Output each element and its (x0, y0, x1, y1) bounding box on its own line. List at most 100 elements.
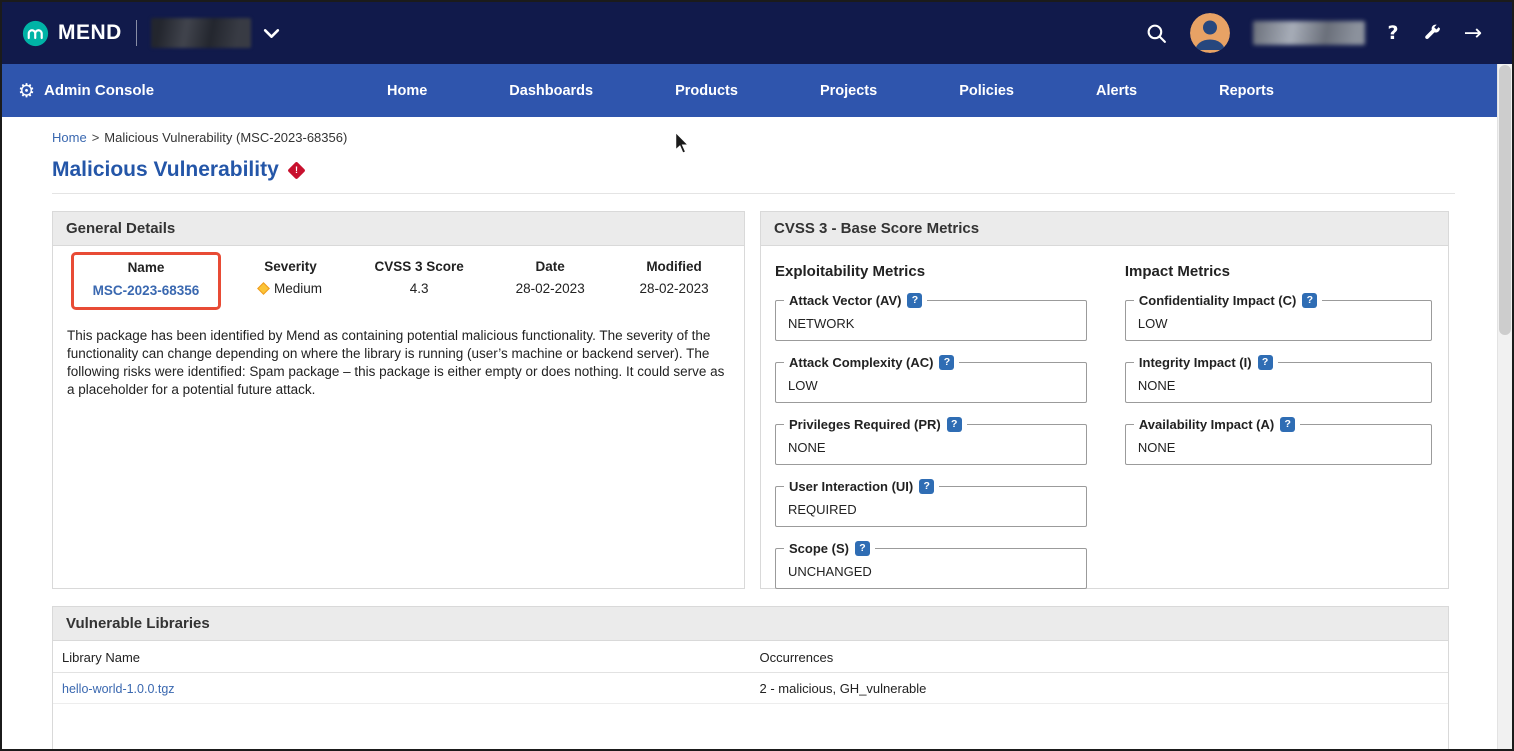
metric-privileges-required: Privileges Required (PR)? NONE (775, 424, 1087, 465)
nav-item-dashboards[interactable]: Dashboards (468, 83, 634, 99)
col-header-date: Date (488, 259, 612, 274)
topbar-actions: ? → (1146, 13, 1482, 53)
col-header-name: Name (80, 260, 212, 275)
metric-label: Availability Impact (A) (1139, 416, 1274, 433)
nav-item-reports[interactable]: Reports (1178, 83, 1315, 99)
cvss-metrics-header: CVSS 3 - Base Score Metrics (761, 212, 1448, 246)
details-table: Name MSC-2023-68356 Severity Medium (53, 246, 744, 310)
metric-label: Integrity Impact (I) (1139, 354, 1252, 371)
breadcrumb: Home > Malicious Vulnerability (MSC-2023-6… (52, 130, 1512, 145)
help-tooltip-icon[interactable]: ? (1280, 417, 1295, 432)
metric-integrity-impact: Integrity Impact (I)? NONE (1125, 362, 1432, 403)
vulnerability-id-link[interactable]: MSC-2023-68356 (93, 283, 200, 298)
occurrences-value: 2 - malicious, GH_vulnerable (751, 673, 1449, 704)
metric-user-interaction: User Interaction (UI)? REQUIRED (775, 486, 1087, 527)
avatar[interactable] (1190, 13, 1230, 53)
metric-label: Attack Complexity (AC) (789, 354, 933, 371)
logout-icon[interactable]: → (1464, 21, 1482, 46)
metric-label: Confidentiality Impact (C) (1139, 292, 1296, 309)
help-tooltip-icon[interactable]: ? (947, 417, 962, 432)
details-col-severity: Severity Medium (231, 259, 350, 310)
app-window: MEND ? → ⚙ Admin Console (0, 0, 1514, 751)
metric-availability-impact: Availability Impact (A)? NONE (1125, 424, 1432, 465)
admin-console-label: Admin Console (44, 82, 154, 99)
date-value: 28-02-2023 (488, 281, 612, 296)
col-header-modified: Modified (612, 259, 736, 274)
col-header-severity: Severity (231, 259, 350, 274)
main-nav: ⚙ Admin Console Home Dashboards Products… (2, 64, 1512, 117)
admin-console-button[interactable]: ⚙ Admin Console (18, 80, 346, 102)
general-details-panel: General Details Name MSC-2023-68356 Seve… (52, 211, 745, 589)
topbar: MEND ? → (2, 2, 1512, 64)
brand-name: MEND (58, 21, 122, 45)
severity-medium-icon (257, 282, 270, 295)
col-header-library-name: Library Name (53, 641, 751, 673)
metric-scope: Scope (S)? UNCHANGED (775, 548, 1087, 589)
malicious-severity-icon: ! (287, 161, 305, 179)
general-details-body: Name MSC-2023-68356 Severity Medium (53, 246, 744, 399)
title-divider (52, 193, 1455, 194)
username-redacted (1253, 21, 1365, 45)
help-tooltip-icon[interactable]: ? (1258, 355, 1273, 370)
vulnerable-libraries-header: Vulnerable Libraries (53, 607, 1448, 641)
gear-icon: ⚙ (18, 80, 35, 102)
col-header-cvss: CVSS 3 Score (350, 259, 488, 274)
org-name-redacted (151, 18, 251, 48)
content: Home > Malicious Vulnerability (MSC-2023-6… (2, 130, 1512, 751)
impact-metrics-title: Impact Metrics (1125, 263, 1432, 280)
page-title-text: Malicious Vulnerability (52, 158, 279, 182)
nav-item-products[interactable]: Products (634, 83, 779, 99)
general-details-header: General Details (53, 212, 744, 246)
chevron-down-icon[interactable] (263, 28, 280, 39)
help-tooltip-icon[interactable]: ? (1302, 293, 1317, 308)
page-title: Malicious Vulnerability ! (52, 158, 1512, 182)
vulnerable-libraries-panel: Vulnerable Libraries Library Name Occurr… (52, 606, 1449, 751)
details-col-date: Date 28-02-2023 (488, 259, 612, 310)
annotation-highlight-box: Name MSC-2023-68356 (71, 252, 221, 310)
org-selector[interactable] (151, 18, 280, 48)
modified-value: 28-02-2023 (612, 281, 736, 296)
panels-row: General Details Name MSC-2023-68356 Seve… (52, 211, 1455, 589)
impact-metrics-column: Impact Metrics Confidentiality Impact (C… (1125, 254, 1432, 610)
breadcrumb-current: Malicious Vulnerability (MSC-2023-68356) (104, 130, 347, 145)
wrench-icon[interactable] (1422, 24, 1441, 43)
details-col-modified: Modified 28-02-2023 (612, 259, 736, 310)
cvss-metrics-body: Exploitability Metrics Attack Vector (AV… (761, 246, 1448, 610)
nav-item-projects[interactable]: Projects (779, 83, 918, 99)
breadcrumb-separator: > (92, 130, 100, 145)
help-tooltip-icon[interactable]: ? (855, 541, 870, 556)
col-header-occurrences: Occurrences (751, 641, 1449, 673)
details-col-name: Name MSC-2023-68356 (67, 259, 231, 310)
brand: MEND (22, 20, 122, 47)
help-tooltip-icon[interactable]: ? (907, 293, 922, 308)
help-icon[interactable]: ? (1388, 22, 1399, 44)
help-tooltip-icon[interactable]: ? (919, 479, 934, 494)
vulnerability-description: This package has been identified by Mend… (67, 327, 728, 399)
scrollbar-thumb[interactable] (1499, 65, 1511, 335)
exploitability-metrics-title: Exploitability Metrics (775, 263, 1087, 280)
vertical-scrollbar[interactable] (1497, 64, 1512, 749)
nav-item-home[interactable]: Home (346, 83, 468, 99)
vulnerable-libraries-table: Library Name Occurrences hello-world-1.0… (53, 641, 1448, 704)
details-col-cvss: CVSS 3 Score 4.3 (350, 259, 488, 310)
metric-confidentiality-impact: Confidentiality Impact (C)? LOW (1125, 300, 1432, 341)
exploitability-metrics-column: Exploitability Metrics Attack Vector (AV… (775, 254, 1087, 610)
metric-label: Scope (S) (789, 540, 849, 557)
mend-logo-icon (22, 20, 49, 47)
table-row: hello-world-1.0.0.tgz 2 - malicious, GH_… (53, 673, 1448, 704)
nav-items: Home Dashboards Products Projects Polici… (346, 83, 1315, 99)
divider (136, 20, 137, 46)
severity-value: Medium (274, 281, 322, 296)
metric-label: Attack Vector (AV) (789, 292, 901, 309)
cvss-metrics-panel: CVSS 3 - Base Score Metrics Exploitabili… (760, 211, 1449, 589)
metric-attack-complexity: Attack Complexity (AC)? LOW (775, 362, 1087, 403)
breadcrumb-home-link[interactable]: Home (52, 130, 87, 145)
search-icon[interactable] (1146, 23, 1167, 44)
metric-label: User Interaction (UI) (789, 478, 913, 495)
library-link[interactable]: hello-world-1.0.0.tgz (62, 682, 175, 696)
nav-item-alerts[interactable]: Alerts (1055, 83, 1178, 99)
metric-label: Privileges Required (PR) (789, 416, 941, 433)
nav-item-policies[interactable]: Policies (918, 83, 1055, 99)
metric-attack-vector: Attack Vector (AV)? NETWORK (775, 300, 1087, 341)
help-tooltip-icon[interactable]: ? (939, 355, 954, 370)
